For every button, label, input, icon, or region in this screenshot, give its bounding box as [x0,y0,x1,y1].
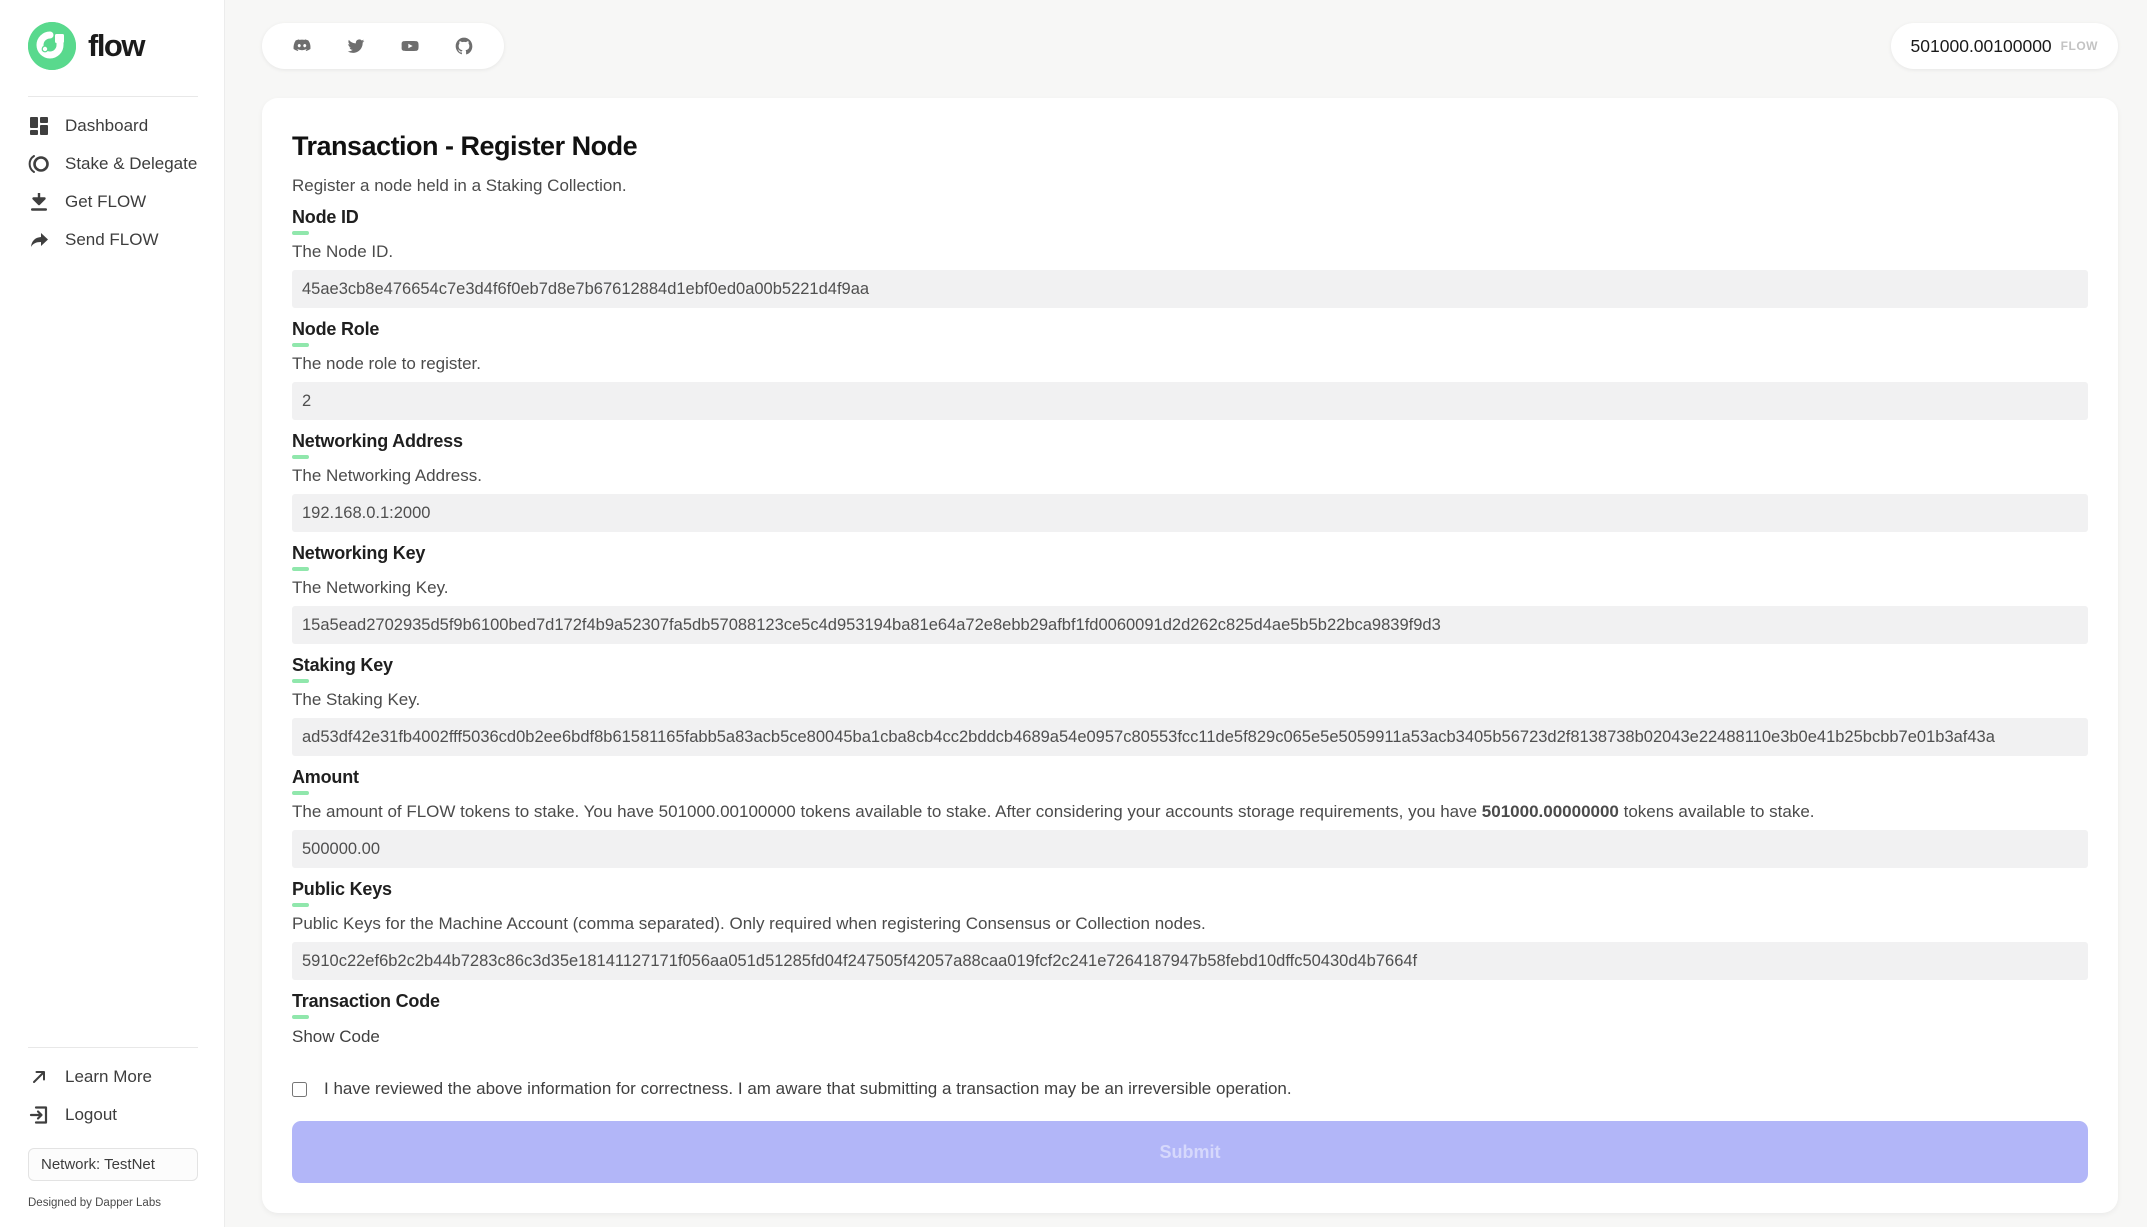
field-label: Node Role [292,319,2088,340]
youtube-icon[interactable] [400,36,420,56]
sidebar-item-label: Get FLOW [65,192,146,212]
github-icon[interactable] [454,36,474,56]
discord-icon[interactable] [292,36,312,56]
submit-button[interactable]: Submit [292,1121,2088,1183]
sidebar-item-logout[interactable]: Logout [28,1096,198,1134]
label-underline [292,679,309,683]
credit-text: Designed by Dapper Labs [28,1197,198,1209]
page-subtitle: Register a node held in a Staking Collec… [292,176,2088,196]
field-description: The Node ID. [292,242,2088,262]
field-label: Node ID [292,207,2088,228]
amount-input[interactable] [292,830,2088,868]
node-role-input[interactable] [292,382,2088,420]
sidebar-item-label: Send FLOW [65,230,159,250]
sidebar-item-label: Learn More [65,1067,152,1087]
network-badge: Network: TestNet [28,1148,198,1181]
field-amount: Amount The amount of FLOW tokens to stak… [292,767,2088,868]
sidebar-item-dashboard[interactable]: Dashboard [28,107,198,145]
sidebar-spacer [28,259,198,1021]
field-node-id: Node ID The Node ID. [292,207,2088,308]
label-underline [292,455,309,459]
sidebar-divider-top [28,96,198,97]
flow-logo-icon [28,22,76,70]
field-label: Amount [292,767,2088,788]
balance-currency-label: FLOW [2061,39,2098,53]
public-keys-input[interactable] [292,942,2088,980]
sidebar-item-label: Stake & Delegate [65,154,197,174]
staking-key-input[interactable] [292,718,2088,756]
stake-delegate-icon [28,153,50,175]
account-balance: 501000.00100000 FLOW [1891,23,2118,69]
field-description: The node role to register. [292,354,2088,374]
available-balance-bold: 501000.00000000 [1482,802,1619,821]
networking-address-input[interactable] [292,494,2088,532]
download-icon [28,191,50,213]
send-icon [28,229,50,251]
dashboard-icon [28,115,50,137]
field-transaction-code: Transaction Code Show Code [292,991,2088,1047]
show-code-toggle[interactable]: Show Code [292,1027,380,1047]
label-underline [292,567,309,571]
networking-key-input[interactable] [292,606,2088,644]
field-networking-key: Networking Key The Networking Key. [292,543,2088,644]
sidebar-divider-bottom [28,1047,198,1048]
field-description: The amount of FLOW tokens to stake. You … [292,802,2088,822]
field-node-role: Node Role The node role to register. [292,319,2088,420]
transaction-card: Transaction - Register Node Register a n… [262,98,2118,1213]
social-links-pill [262,23,504,69]
field-public-keys: Public Keys Public Keys for the Machine … [292,879,2088,980]
label-underline [292,231,309,235]
sidebar-item-label: Logout [65,1105,117,1125]
sidebar-item-get-flow[interactable]: Get FLOW [28,183,198,221]
sidebar-item-label: Dashboard [65,116,148,136]
main-area: 501000.00100000 FLOW Transaction - Regis… [225,0,2147,1227]
confirmation-row: I have reviewed the above information fo… [292,1079,2088,1099]
field-label: Transaction Code [292,991,2088,1012]
flow-logo[interactable]: flow [28,22,198,70]
brand-name: flow [88,28,144,64]
label-underline [292,1015,309,1019]
page-title: Transaction - Register Node [292,131,2088,162]
field-description: Public Keys for the Machine Account (com… [292,914,2088,934]
label-underline [292,791,309,795]
confirmation-checkbox[interactable] [292,1082,307,1097]
field-description: The Networking Key. [292,578,2088,598]
sidebar: flow Dashboard Stake & Delegate [0,0,225,1227]
field-label: Networking Address [292,431,2088,452]
sidebar-item-stake-delegate[interactable]: Stake & Delegate [28,145,198,183]
twitter-icon[interactable] [346,36,366,56]
field-label: Staking Key [292,655,2088,676]
field-label: Public Keys [292,879,2088,900]
field-staking-key: Staking Key The Staking Key. [292,655,2088,756]
sidebar-item-learn-more[interactable]: Learn More [28,1058,198,1096]
label-underline [292,343,309,347]
node-id-input[interactable] [292,270,2088,308]
field-label: Networking Key [292,543,2088,564]
sidebar-item-send-flow[interactable]: Send FLOW [28,221,198,259]
logout-icon [28,1104,50,1126]
confirmation-label: I have reviewed the above information fo… [324,1079,1292,1099]
balance-amount: 501000.00100000 [1911,36,2052,57]
field-description: The Networking Address. [292,466,2088,486]
topbar: 501000.00100000 FLOW [262,23,2118,69]
field-networking-address: Networking Address The Networking Addres… [292,431,2088,532]
label-underline [292,903,309,907]
external-link-icon [28,1066,50,1088]
field-description: The Staking Key. [292,690,2088,710]
